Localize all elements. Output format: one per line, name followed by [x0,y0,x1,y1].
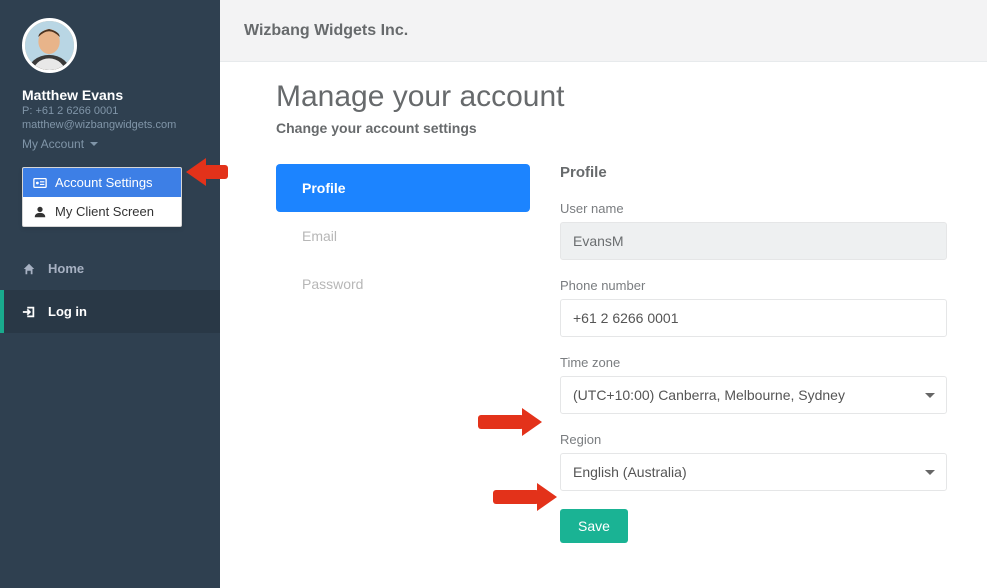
panel-title: Profile [560,164,947,181]
nav-item-home[interactable]: Home [0,247,220,290]
login-icon [22,305,36,319]
phone-input[interactable] [560,299,947,337]
account-dropdown: Account Settings My Client Screen [22,167,182,227]
avatar [22,18,77,73]
user-block: Matthew Evans P: +61 2 6266 0001 matthew… [0,73,220,161]
content: Manage your account Change your account … [220,62,987,588]
dropdown-item-label: My Client Screen [55,204,154,219]
settings-tabs: Profile Email Password [276,164,530,543]
sidebar: Matthew Evans P: +61 2 6266 0001 matthew… [0,0,220,588]
tab-profile[interactable]: Profile [276,164,530,212]
user-phone: P: +61 2 6266 0001 [22,105,198,117]
timezone-select[interactable]: (UTC+10:00) Canberra, Melbourne, Sydney [560,376,947,414]
nav-item-label: Log in [48,304,87,319]
chevron-down-icon [90,142,98,146]
save-button[interactable]: Save [560,509,628,543]
brand-title: Wizbang Widgets Inc. [244,22,408,40]
user-icon [33,205,47,219]
dropdown-item-my-client-screen[interactable]: My Client Screen [23,197,181,226]
tab-email[interactable]: Email [276,212,530,260]
phone-label: Phone number [560,278,947,293]
id-card-icon [33,176,47,190]
timezone-label: Time zone [560,355,947,370]
dropdown-item-label: Account Settings [55,175,153,190]
region-select[interactable]: English (Australia) [560,453,947,491]
nav-item-login[interactable]: Log in [0,290,220,333]
username-label: User name [560,201,947,216]
user-email: matthew@wizbangwidgets.com [22,119,198,131]
nav-item-label: Home [48,261,84,276]
my-account-toggle[interactable]: My Account [22,137,198,151]
topbar: Wizbang Widgets Inc. [220,0,987,62]
page-title: Manage your account [276,80,947,114]
my-account-label: My Account [22,137,84,151]
profile-form: Profile User name Phone number Time zone… [560,164,947,543]
nav: Home Log in [0,247,220,333]
user-name: Matthew Evans [22,87,198,103]
username-input[interactable] [560,222,947,260]
region-label: Region [560,432,947,447]
dropdown-item-account-settings[interactable]: Account Settings [23,168,181,197]
page-subtitle: Change your account settings [276,120,947,136]
tab-password[interactable]: Password [276,260,530,308]
home-icon [22,262,36,276]
